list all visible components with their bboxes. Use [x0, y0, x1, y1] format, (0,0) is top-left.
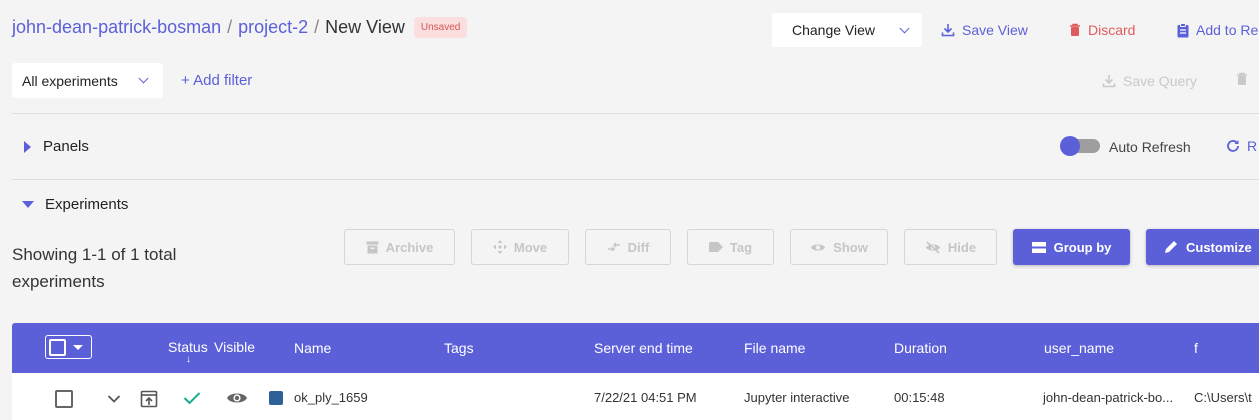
- breadcrumb-separator: /: [227, 17, 233, 37]
- save-view-label: Save View: [962, 22, 1028, 38]
- customize-label: Customize: [1186, 239, 1252, 255]
- panels-label: Panels: [43, 138, 89, 155]
- diff-label: Diff: [627, 239, 650, 255]
- unsaved-badge: Unsaved: [413, 17, 468, 38]
- server-end-time-cell: 7/22/21 04:51 PM: [594, 390, 697, 405]
- eye-icon: [811, 244, 826, 250]
- archive-button[interactable]: Archive: [344, 229, 455, 265]
- clipboard-icon: [1177, 22, 1189, 37]
- move-label: Move: [513, 239, 548, 255]
- select-all-checkbox[interactable]: [49, 338, 66, 356]
- row-checkbox[interactable]: [55, 390, 73, 408]
- experiments-toggle[interactable]: Experiments: [22, 196, 128, 213]
- breadcrumb-project[interactable]: project-2: [238, 17, 308, 38]
- duration-cell: 00:15:48: [894, 390, 945, 405]
- refresh-icon: [1227, 140, 1239, 152]
- group-by-label: Group by: [1053, 239, 1112, 255]
- hide-label: Hide: [947, 239, 977, 255]
- status-complete-icon: [183, 391, 201, 410]
- eye-icon: [227, 393, 247, 403]
- column-header-status[interactable]: Status: [168, 339, 208, 355]
- experiments-label: Experiments: [45, 196, 129, 213]
- tag-button[interactable]: Tag: [687, 229, 774, 265]
- caret-right-icon: [24, 140, 31, 153]
- eye-off-icon: [925, 240, 940, 254]
- tag-icon: [708, 242, 723, 252]
- breadcrumb: john-dean-patrick-bosman / project-2 / N…: [12, 17, 468, 38]
- chevron-down-icon: [138, 73, 149, 84]
- open-experiment-button[interactable]: [140, 390, 158, 413]
- refresh-button[interactable]: R: [1226, 138, 1257, 154]
- table-row: ok_ply_1659 7/22/21 04:51 PM Jupyter int…: [12, 373, 1259, 420]
- divider: [12, 113, 1259, 114]
- add-filter-button[interactable]: + Add filter: [181, 72, 252, 89]
- chevron-down-icon: [107, 395, 121, 403]
- move-button[interactable]: Move: [471, 229, 569, 265]
- delete-query-button[interactable]: [1236, 72, 1248, 91]
- checkmark-icon: [183, 392, 201, 405]
- pencil-icon: [1165, 241, 1177, 253]
- column-header-duration[interactable]: Duration: [894, 340, 947, 356]
- customize-button[interactable]: Customize: [1146, 229, 1259, 265]
- diff-button[interactable]: Diff: [585, 229, 671, 265]
- column-header-user-name[interactable]: user_name: [1044, 340, 1114, 356]
- discard-button[interactable]: Discard: [1069, 22, 1135, 38]
- column-header-name[interactable]: Name: [294, 340, 331, 356]
- archive-label: Archive: [385, 239, 434, 255]
- column-header-server-end-time[interactable]: Server end time: [594, 340, 693, 356]
- add-to-report-button[interactable]: Add to Re: [1177, 22, 1258, 38]
- refresh-label: R: [1247, 138, 1258, 154]
- add-to-report-label: Add to Re: [1196, 22, 1259, 38]
- experiments-scope-label: All experiments: [22, 72, 118, 89]
- visibility-toggle[interactable]: [226, 391, 248, 410]
- page-title: New View: [325, 17, 405, 37]
- group-icon: [1031, 241, 1046, 253]
- file-name-cell: Jupyter interactive: [744, 390, 850, 405]
- save-view-button[interactable]: Save View: [941, 22, 1028, 38]
- experiment-color-swatch[interactable]: [269, 391, 283, 405]
- save-query-label: Save Query: [1123, 73, 1197, 89]
- breadcrumb-separator: /: [314, 17, 320, 37]
- expand-row-button[interactable]: [107, 391, 121, 409]
- experiments-count: Showing 1-1 of 1 total experiments: [12, 245, 177, 291]
- experiments-scope-dropdown[interactable]: All experiments: [12, 63, 163, 98]
- change-view-label: Change View: [792, 22, 876, 38]
- chevron-down-icon: [899, 23, 910, 33]
- select-all-dropdown[interactable]: [45, 335, 92, 359]
- compare-icon: [607, 242, 620, 252]
- show-button[interactable]: Show: [790, 229, 888, 265]
- hide-button[interactable]: Hide: [904, 229, 997, 265]
- auto-refresh-switch[interactable]: [1060, 136, 1100, 156]
- trash-icon: [1070, 23, 1080, 36]
- panels-toggle[interactable]: Panels: [24, 138, 89, 155]
- trash-icon: [1237, 72, 1247, 85]
- discard-label: Discard: [1088, 22, 1136, 38]
- tag-label: Tag: [729, 239, 753, 255]
- caret-down-icon: [73, 344, 83, 350]
- column-header-file-name[interactable]: File name: [744, 340, 805, 356]
- f-cell: C:\Users\t: [1194, 390, 1252, 405]
- auto-refresh-label: Auto Refresh: [1109, 139, 1191, 155]
- column-header-tags[interactable]: Tags: [444, 340, 474, 356]
- save-query-button[interactable]: Save Query: [1102, 73, 1197, 89]
- column-header-f[interactable]: f: [1194, 340, 1198, 356]
- switch-knob: [1060, 136, 1080, 156]
- group-by-button[interactable]: Group by: [1013, 229, 1130, 265]
- breadcrumb-workspace[interactable]: john-dean-patrick-bosman: [12, 17, 221, 38]
- show-label: Show: [833, 239, 868, 255]
- caret-down-icon: [22, 201, 34, 208]
- open-in-new-icon: [140, 390, 158, 408]
- download-icon: [941, 24, 955, 37]
- sort-arrow-icon: ↓: [186, 354, 191, 365]
- move-icon: [492, 240, 507, 254]
- change-view-dropdown[interactable]: Change View: [772, 13, 922, 47]
- divider: [12, 179, 1259, 180]
- column-header-visible[interactable]: Visible: [214, 339, 255, 355]
- table-header: Status ↓ Visible Name Tags Server end ti…: [12, 323, 1259, 373]
- archive-icon: [366, 241, 379, 253]
- user-name-cell: john-dean-patrick-bo...: [1043, 390, 1174, 405]
- download-icon: [1102, 75, 1116, 88]
- experiment-name-link[interactable]: ok_ply_1659: [294, 390, 368, 405]
